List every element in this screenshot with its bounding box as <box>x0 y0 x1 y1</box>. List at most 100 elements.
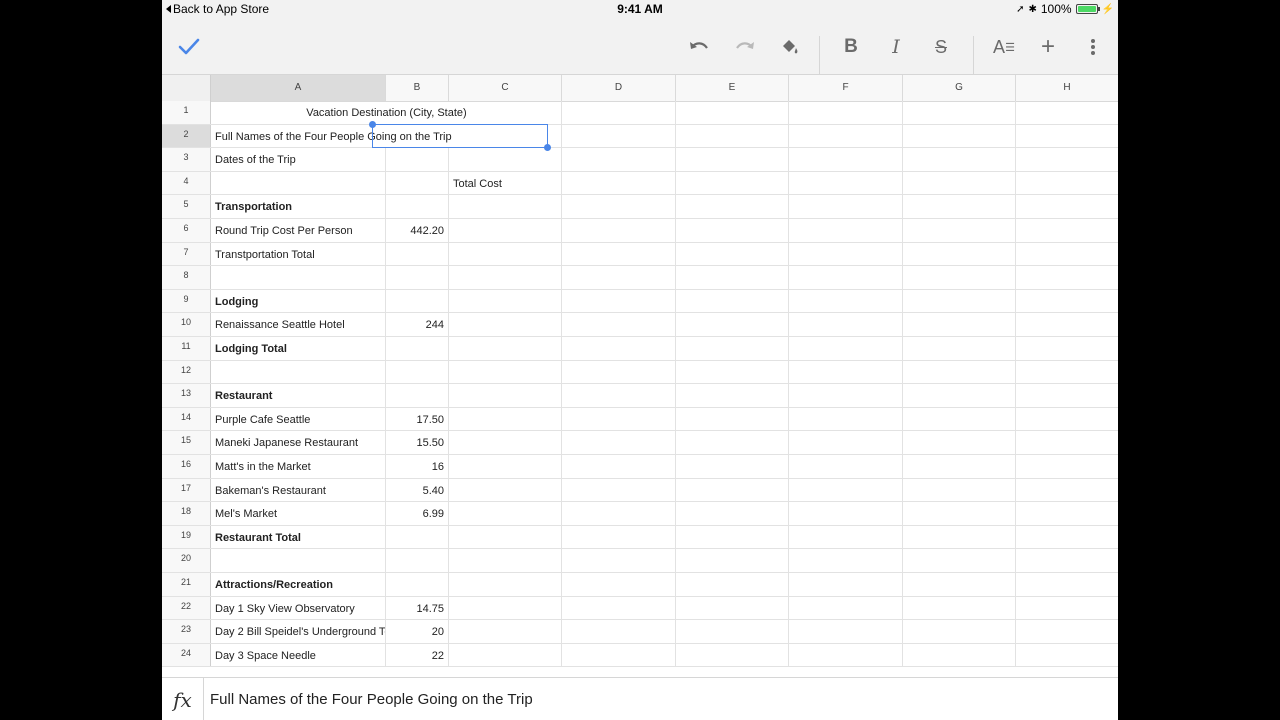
cell-g3[interactable] <box>903 148 1016 171</box>
row-header[interactable]: 17 <box>162 478 211 502</box>
cell-e3[interactable] <box>676 148 789 171</box>
cell-a24[interactable]: Day 3 Space Needle <box>211 643 386 667</box>
cell-h19[interactable] <box>1016 526 1118 549</box>
cell-f3[interactable] <box>789 148 903 171</box>
cell-a5[interactable]: Transportation <box>211 195 386 218</box>
cell-d10[interactable] <box>562 313 676 336</box>
cell-e4[interactable] <box>676 171 789 195</box>
cell-a22[interactable]: Day 1 Sky View Observatory <box>211 596 386 620</box>
cell-b7[interactable] <box>386 242 449 266</box>
cell-a14[interactable]: Purple Cafe Seattle <box>211 407 386 431</box>
cell-d18[interactable] <box>562 502 676 525</box>
cell-e6[interactable] <box>676 219 789 242</box>
cell-c15[interactable] <box>449 431 562 454</box>
cell-d15[interactable] <box>562 431 676 454</box>
cell-c12[interactable] <box>449 360 562 384</box>
cell-a19[interactable]: Restaurant Total <box>211 525 386 549</box>
column-header-h[interactable]: H <box>1016 75 1118 101</box>
row-header[interactable]: 8 <box>162 266 211 289</box>
cell-g23[interactable] <box>903 620 1016 643</box>
cell-f9[interactable] <box>789 289 903 313</box>
cell-e5[interactable] <box>676 195 789 218</box>
row-header[interactable]: 7 <box>162 242 211 266</box>
cell-e2[interactable] <box>676 124 789 148</box>
cell-e16[interactable] <box>676 455 789 478</box>
cell-b16[interactable]: 16 <box>386 455 449 478</box>
cell-a13[interactable]: Restaurant <box>211 384 386 407</box>
cell-e11[interactable] <box>676 337 789 360</box>
cell-a4[interactable] <box>211 171 386 195</box>
cell-f8[interactable] <box>789 266 903 289</box>
column-header-e[interactable]: E <box>676 75 789 101</box>
cell-c9[interactable] <box>449 289 562 313</box>
cell-g19[interactable] <box>903 525 1016 549</box>
cell-g2[interactable] <box>903 124 1016 148</box>
cell-d16[interactable] <box>562 455 676 478</box>
cell-e15[interactable] <box>676 431 789 454</box>
cell-g24[interactable] <box>903 643 1016 667</box>
cell-a18[interactable]: Mel's Market <box>211 502 386 525</box>
italic-icon[interactable]: I <box>882 30 910 64</box>
cell-e8[interactable] <box>676 266 789 289</box>
select-all-corner[interactable] <box>162 75 211 101</box>
row-header[interactable]: 5 <box>162 195 211 218</box>
cell-c24[interactable] <box>449 643 562 667</box>
cell-b19[interactable] <box>386 525 449 549</box>
cell-g5[interactable] <box>903 195 1016 218</box>
cell-g13[interactable] <box>903 384 1016 407</box>
cell-a11[interactable]: Lodging Total <box>211 337 386 360</box>
cell-h22[interactable] <box>1016 597 1118 620</box>
cell-d23[interactable] <box>562 620 676 643</box>
cell-d2[interactable] <box>562 124 676 148</box>
cell-f20[interactable] <box>789 549 903 572</box>
cell-f7[interactable] <box>789 242 903 266</box>
row-header[interactable]: 9 <box>162 289 211 313</box>
cell-b13[interactable] <box>386 384 449 407</box>
row-header[interactable]: 21 <box>162 573 211 596</box>
cell-c21[interactable] <box>449 573 562 596</box>
row-header[interactable]: 6 <box>162 219 211 242</box>
cell-h10[interactable] <box>1016 313 1118 336</box>
cell-a12[interactable] <box>211 360 386 384</box>
cell-f15[interactable] <box>789 431 903 454</box>
cell-d20[interactable] <box>562 549 676 572</box>
row-header[interactable]: 3 <box>162 148 211 171</box>
row-header[interactable]: 18 <box>162 502 211 525</box>
row-header[interactable]: 13 <box>162 384 211 407</box>
cell-f16[interactable] <box>789 455 903 478</box>
cell-c10[interactable] <box>449 313 562 336</box>
cell-c11[interactable] <box>449 337 562 360</box>
cell-h6[interactable] <box>1016 219 1118 242</box>
cell-g22[interactable] <box>903 596 1016 620</box>
cell-f19[interactable] <box>789 525 903 549</box>
cell-d19[interactable] <box>562 525 676 549</box>
column-header-b[interactable]: B <box>386 75 449 101</box>
cell-b21[interactable] <box>386 573 449 596</box>
formula-input[interactable] <box>210 678 1090 720</box>
cell-d5[interactable] <box>562 195 676 218</box>
cell-d24[interactable] <box>562 643 676 667</box>
cell-g20[interactable] <box>903 549 1016 572</box>
cell-f12[interactable] <box>789 360 903 384</box>
cell-c19[interactable] <box>449 525 562 549</box>
cell-g7[interactable] <box>903 242 1016 266</box>
cell-h2[interactable] <box>1016 125 1118 148</box>
cell-b10[interactable]: 244 <box>386 313 449 336</box>
row-header[interactable]: 14 <box>162 407 211 431</box>
cell-h15[interactable] <box>1016 431 1118 454</box>
cell-e17[interactable] <box>676 478 789 502</box>
cell-f6[interactable] <box>789 219 903 242</box>
row-header[interactable]: 1 <box>162 101 211 124</box>
strikethrough-icon[interactable]: S <box>927 30 955 64</box>
row-header[interactable]: 2 <box>162 124 211 148</box>
cell-e13[interactable] <box>676 384 789 407</box>
cell-a15[interactable]: Maneki Japanese Restaurant <box>211 431 386 454</box>
row-header[interactable]: 12 <box>162 360 211 384</box>
cell-e14[interactable] <box>676 407 789 431</box>
cell-g11[interactable] <box>903 337 1016 360</box>
cell-g4[interactable] <box>903 171 1016 195</box>
cell-c18[interactable] <box>449 502 562 525</box>
cell-e20[interactable] <box>676 549 789 572</box>
cell-h23[interactable] <box>1016 620 1118 643</box>
cell-e9[interactable] <box>676 289 789 313</box>
